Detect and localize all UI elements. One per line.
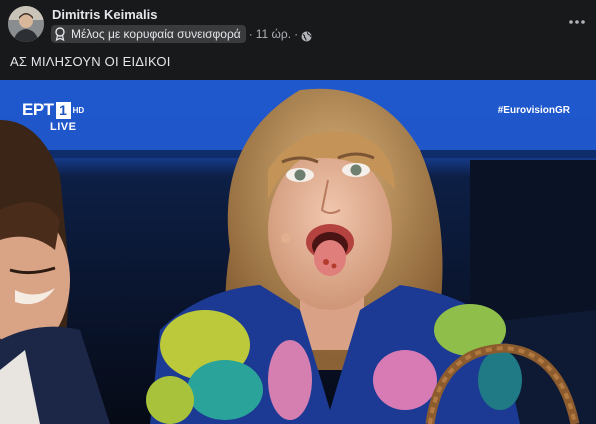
broadcaster-name: ΕΡΤ xyxy=(22,100,54,119)
top-contributor-badge[interactable]: Μέλος με κορυφαία συνεισφορά xyxy=(51,25,246,43)
separator: · xyxy=(248,27,253,41)
post-photo[interactable]: ΕΡΤ 1 HD LIVE #EurovisionGR xyxy=(0,80,596,424)
avatar-image xyxy=(8,6,44,42)
post-text: ΑΣ ΜΙΛΗΣΟΥΝ ΟΙ ΕΙΔΙΚΟΙ xyxy=(10,54,171,69)
top-contributor-badge-icon xyxy=(54,27,66,42)
post-meta: Μέλος με κορυφαία συνεισφορά · 11 ώρ. · xyxy=(51,25,312,43)
broadcaster-logo: ΕΡΤ 1 HD xyxy=(22,100,84,120)
live-label: LIVE xyxy=(50,121,77,133)
post-header: Dimitris Keimalis Μέλος με κορυφαία συνε… xyxy=(0,0,596,52)
globe-icon[interactable] xyxy=(301,29,312,41)
avatar[interactable] xyxy=(8,6,44,42)
more-options-icon[interactable] xyxy=(566,12,588,32)
post-time[interactable]: 11 ώρ. xyxy=(256,27,291,41)
separator: · xyxy=(294,27,299,41)
photo-image xyxy=(0,80,596,424)
hashtag: #EurovisionGR xyxy=(497,105,570,116)
author-name[interactable]: Dimitris Keimalis xyxy=(52,7,158,22)
hd-label: HD xyxy=(72,105,85,115)
channel-number: 1 xyxy=(55,101,71,119)
badge-label: Μέλος με κορυφαία συνεισφορά xyxy=(71,27,241,41)
